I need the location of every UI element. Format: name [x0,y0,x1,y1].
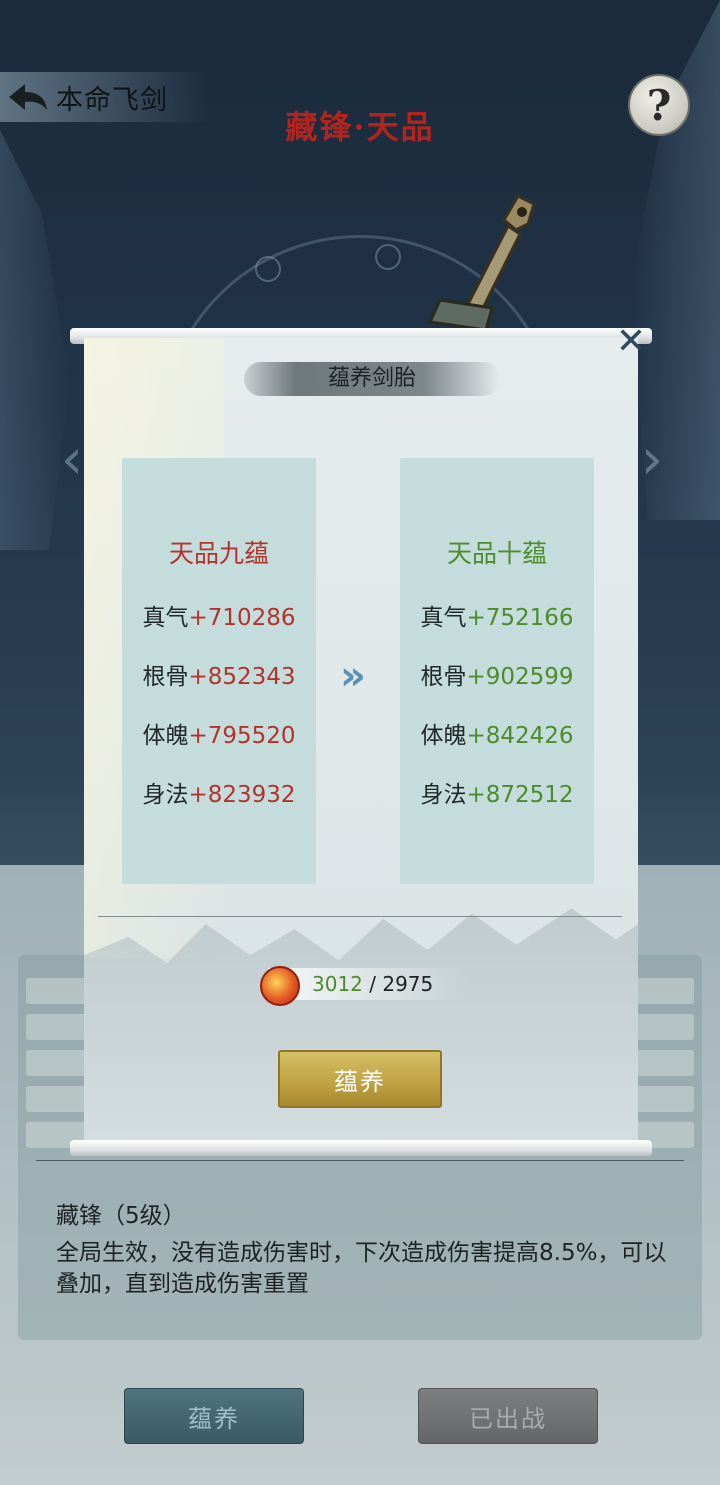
cultivate-confirm-button[interactable]: 蕴养 [278,1050,442,1108]
stat-name: 根骨 [142,664,189,690]
current-rank: 天品九蕴 [168,539,269,568]
stat-value: +795520 [188,723,296,749]
stat-name: 真气 [142,605,189,631]
stat-line: 身法+872512 [400,775,594,809]
skill-name: 藏锋（5级） [56,1203,186,1229]
stat-line: 根骨+902599 [400,657,594,691]
stat-line: 真气+710286 [122,598,316,632]
stat-value: +872512 [466,782,574,808]
stat-name: 身法 [142,782,189,808]
cost-need: 2975 [382,972,434,996]
double-chevron-right-icon: » [340,653,366,699]
stat-value: +852343 [188,664,296,690]
scroll-rod-bottom [70,1140,652,1156]
stat-line: 体魄+795520 [122,716,316,750]
stat-line: 身法+823932 [122,775,316,809]
cost-have: 3012 [312,972,363,996]
stat-name: 体魄 [142,723,189,749]
stat-value: +902599 [466,664,574,690]
stat-line: 根骨+852343 [122,657,316,691]
cost-separator: / [362,972,383,996]
deployed-button[interactable]: 已出战 [418,1388,598,1444]
next-stats-card: 天品十蕴 真气+752166 根骨+902599 体魄+842426 身法+87… [400,458,594,884]
skill-description: 全局生效，没有造成伤害时，下次造成伤害提高8.5%，可以叠加，直到造成伤害重置 [56,1240,667,1297]
stat-line: 真气+752166 [400,598,594,632]
stat-name: 身法 [420,782,467,808]
current-stats-card: 天品九蕴 真气+710286 根骨+852343 体魄+795520 身法+82… [122,458,316,884]
cost-amount: 3012 / 2975 [312,972,433,996]
stat-value: +823932 [188,782,296,808]
modal-title: 蕴养剑胎 [327,366,416,391]
stat-value: +752166 [466,605,574,631]
stat-value: +842426 [466,723,574,749]
essence-orb-icon [260,966,300,1006]
cultivate-button[interactable]: 蕴养 [124,1388,304,1444]
stat-name: 体魄 [420,723,467,749]
cultivate-modal: 蕴养剑胎 天品九蕴 真气+710286 根骨+852343 体魄+795520 … [84,338,638,1146]
modal-divider [98,916,622,917]
close-icon[interactable]: ✕ [612,321,650,362]
stat-line: 体魄+842426 [400,716,594,750]
stat-name: 真气 [420,605,467,631]
stat-name: 根骨 [420,664,467,690]
stat-value: +710286 [188,605,296,631]
next-rank: 天品十蕴 [446,539,547,568]
